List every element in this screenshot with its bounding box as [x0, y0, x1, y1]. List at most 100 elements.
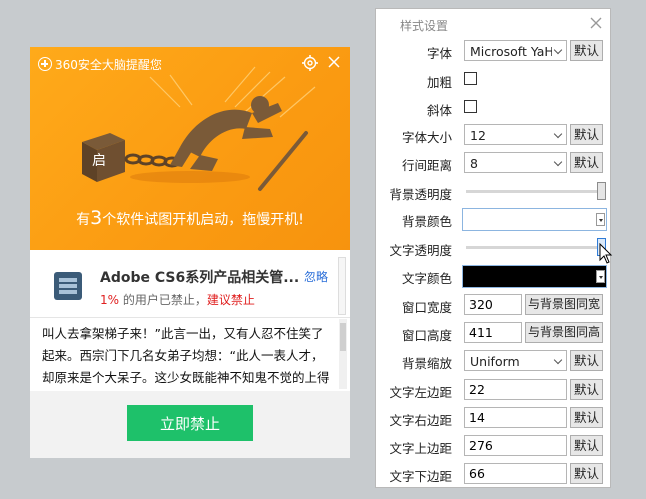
font-value: Microsoft YaH [470, 44, 552, 59]
advice-text: 建议禁止 [206, 293, 255, 307]
margin-right-input[interactable] [464, 407, 567, 428]
bg-opacity-slider[interactable] [466, 182, 606, 200]
margin-top-label: 文字上边距 [389, 441, 452, 456]
margin-bottom-input[interactable] [464, 463, 567, 484]
font-select[interactable]: Microsoft YaH [464, 40, 567, 61]
disabled-percent: 1% [100, 293, 120, 307]
margin-right-row: 文字右边距 默认 [376, 407, 612, 429]
chevron-down-icon [553, 355, 563, 365]
font-size-label: 字体大小 [401, 130, 452, 145]
plus-circle-icon [38, 57, 52, 71]
bg-scale-label: 背景缩放 [401, 356, 452, 371]
margin-left-label: 文字左边距 [389, 385, 452, 400]
margin-left-default-button[interactable]: 默认 [570, 379, 603, 400]
font-size-select[interactable]: 12 [464, 124, 567, 145]
line-spacing-default-button[interactable]: 默认 [570, 152, 603, 173]
overlay-text: 叫人去拿架梯子来！”此言一出，又有人忍不住笑了起来。西宗门下几名女弟子均想：“此… [42, 326, 330, 385]
margin-top-default-button[interactable]: 默认 [570, 435, 603, 456]
font-label: 字体 [426, 46, 452, 61]
overlay-text-area: 叫人去拿架梯子来！”此言一出，又有人忍不住笑了起来。西宗门下几名女弟子均想：“此… [30, 319, 350, 389]
margin-left-input[interactable] [464, 379, 567, 400]
popup-close-icon[interactable] [326, 54, 342, 70]
win-height-label: 窗口高度 [401, 328, 452, 343]
ignore-link[interactable]: 忽略 [304, 268, 328, 285]
line-spacing-label: 行间距离 [401, 158, 452, 173]
italic-row: 斜体 [376, 97, 612, 119]
settings-gear-icon[interactable] [301, 54, 319, 72]
bg-color-label: 背景颜色 [401, 214, 452, 229]
win-width-input[interactable] [464, 294, 522, 315]
font-row: 字体 Microsoft YaH 默认 [376, 40, 612, 62]
startup-message: 有3个软件试图开机启动，拖慢开机! [30, 207, 350, 229]
line-spacing-row: 行间距离 8 默认 [376, 152, 612, 174]
match-bg-width-button[interactable]: 与背景图同宽 [525, 294, 603, 315]
brand-text: 360安全大脑提醒您 [55, 57, 162, 72]
style-settings-panel: 样式设置 字体 Microsoft YaH 默认 加粗 斜体 字体大小 12 默… [375, 8, 611, 488]
margin-bottom-row: 文字下边距 默认 [376, 463, 612, 485]
line-spacing-select[interactable]: 8 [464, 152, 567, 173]
message-suffix: 个软件试图开机启动，拖慢开机! [102, 212, 304, 228]
stat-text: 的用户已禁止， [119, 293, 207, 307]
bold-row: 加粗 [376, 69, 612, 91]
startup-alert-popup: 启 360安全大脑提醒您 有3个软件试图开机启动，拖慢开机! Adobe CS6… [30, 47, 350, 458]
chevron-down-icon [553, 45, 563, 55]
dropdown-arrow-icon[interactable] [596, 213, 605, 226]
text-scroll-thumb[interactable] [340, 323, 346, 351]
text-scrollbar[interactable] [339, 319, 347, 389]
bg-scale-value: Uniform [470, 354, 520, 369]
ban-button[interactable]: 立即禁止 [127, 405, 253, 441]
margin-right-default-button[interactable]: 默认 [570, 407, 603, 428]
bg-color-row: 背景颜色 [376, 208, 612, 231]
font-default-button[interactable]: 默认 [570, 40, 603, 61]
chevron-down-icon [553, 157, 563, 167]
mouse-pointer-icon [599, 243, 613, 264]
margin-left-row: 文字左边距 默认 [376, 379, 612, 401]
text-color-row: 文字颜色 [376, 265, 612, 288]
app-stat: 1% 的用户已禁止，建议禁止 [100, 291, 255, 308]
bg-scale-row: 背景缩放 Uniform 默认 [376, 350, 612, 372]
text-opacity-slider[interactable] [466, 238, 606, 256]
app-name: Adobe CS6系列产品相关管... [100, 270, 300, 286]
font-size-default-button[interactable]: 默认 [570, 124, 603, 145]
bg-opacity-row: 背景透明度 [376, 181, 612, 203]
bg-scale-default-button[interactable]: 默认 [570, 350, 603, 371]
margin-bottom-default-button[interactable]: 默认 [570, 463, 603, 484]
font-size-row: 字体大小 12 默认 [376, 124, 612, 146]
win-height-input[interactable] [464, 322, 522, 343]
font-size-value: 12 [470, 128, 486, 143]
win-width-label: 窗口宽度 [401, 300, 452, 315]
italic-label: 斜体 [426, 103, 452, 118]
app-list-scrollbar[interactable] [338, 257, 346, 315]
panel-title: 样式设置 [400, 19, 449, 33]
margin-top-row: 文字上边距 默认 [376, 435, 612, 457]
match-bg-height-button[interactable]: 与背景图同高 [525, 322, 603, 343]
dropdown-arrow-icon[interactable] [596, 270, 605, 283]
text-color-picker[interactable] [462, 265, 607, 288]
text-opacity-label: 文字透明度 [389, 243, 452, 258]
bg-opacity-slider-knob[interactable] [597, 182, 606, 200]
app-stack-icon [54, 272, 82, 300]
startup-app-row: Adobe CS6系列产品相关管... 忽略 1% 的用户已禁止，建议禁止 [30, 250, 350, 318]
bg-scale-select[interactable]: Uniform [464, 350, 567, 371]
block-badge-text: 启 [92, 153, 106, 169]
win-width-row: 窗口宽度 与背景图同宽 [376, 294, 612, 316]
startup-count: 3 [90, 207, 103, 229]
text-color-label: 文字颜色 [401, 271, 452, 286]
bg-opacity-label: 背景透明度 [389, 187, 452, 202]
brand-label: 360安全大脑提醒您 [38, 55, 162, 73]
italic-checkbox[interactable] [464, 100, 477, 113]
alert-header: 启 360安全大脑提醒您 有3个软件试图开机启动，拖慢开机! [30, 47, 350, 250]
margin-top-input[interactable] [464, 435, 567, 456]
margin-bottom-label: 文字下边距 [389, 469, 452, 484]
bold-label: 加粗 [426, 75, 452, 90]
chevron-down-icon [553, 129, 563, 139]
text-opacity-row: 文字透明度 [376, 237, 612, 259]
bg-color-picker[interactable] [462, 208, 607, 231]
panel-close-icon[interactable] [589, 16, 603, 30]
message-prefix: 有 [76, 212, 91, 228]
margin-right-label: 文字右边距 [389, 413, 452, 428]
popup-footer: 立即禁止 [30, 391, 350, 458]
line-spacing-value: 8 [470, 156, 478, 171]
win-height-row: 窗口高度 与背景图同高 [376, 322, 612, 344]
bold-checkbox[interactable] [464, 72, 477, 85]
